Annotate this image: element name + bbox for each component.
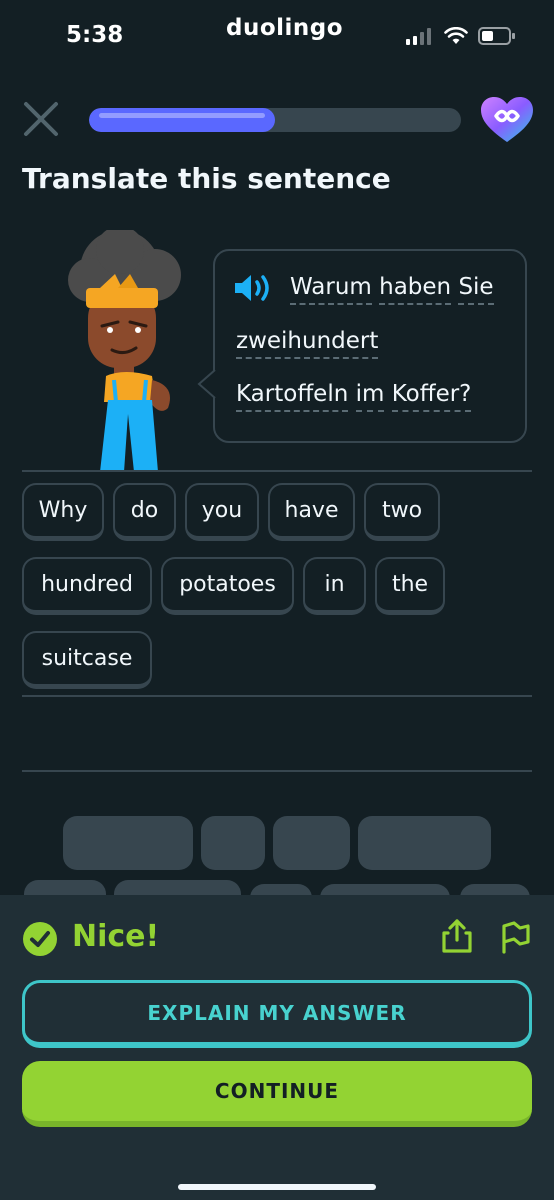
word-bank-slot <box>201 816 265 870</box>
answer-tile[interactable]: suitcase <box>22 631 152 689</box>
home-indicator[interactable] <box>178 1184 376 1190</box>
sentence-word[interactable]: Kartoffeln <box>236 381 349 412</box>
lesson-progress-shine <box>99 113 265 118</box>
system-icons <box>406 26 516 46</box>
close-icon[interactable] <box>22 100 60 138</box>
answer-tile[interactable]: potatoes <box>161 557 294 615</box>
sentence-word[interactable]: zweihundert <box>236 328 379 359</box>
character-illustration <box>68 230 181 472</box>
status-bar: 5:38 duolingo <box>0 0 554 70</box>
lesson-progress-fill <box>89 108 275 132</box>
answer-tile[interactable]: two <box>364 483 440 541</box>
share-icon[interactable] <box>440 918 474 954</box>
answer-tile[interactable]: in <box>303 557 366 615</box>
word-bank-slot <box>273 816 350 870</box>
feedback-message: Nice! <box>72 919 160 954</box>
answer-tile[interactable]: you <box>185 483 259 541</box>
sentence-line-1: Warum haben Sie <box>290 274 494 305</box>
answer-tile[interactable]: Why <box>22 483 104 541</box>
battery-icon <box>478 27 515 45</box>
sentence-word[interactable]: Sie <box>458 274 494 305</box>
signal-icon <box>406 28 431 45</box>
answer-line <box>22 695 532 697</box>
answer-tile[interactable]: do <box>113 483 176 541</box>
status-carrier: duolingo <box>226 15 344 41</box>
infinity-heart-icon[interactable] <box>480 96 534 144</box>
sentence-line-2: zweihundert <box>236 328 379 359</box>
prompt-title: Translate this sentence <box>22 162 391 195</box>
check-circle-icon <box>23 922 57 956</box>
speaker-icon[interactable] <box>233 272 275 304</box>
wifi-icon <box>444 27 468 44</box>
sentence-word[interactable]: haben <box>379 274 452 305</box>
answer-line <box>22 470 532 472</box>
answer-tile[interactable]: hundred <box>22 557 152 615</box>
speech-bubble-tail <box>197 370 217 398</box>
answer-tile[interactable]: the <box>375 557 445 615</box>
sentence-word[interactable]: Warum <box>290 274 372 305</box>
flag-icon[interactable] <box>498 918 532 954</box>
sentence-word[interactable]: im <box>355 381 385 412</box>
answer-tile[interactable]: have <box>268 483 355 541</box>
explain-answer-button[interactable]: EXPLAIN MY ANSWER <box>22 980 532 1048</box>
lesson-progress-bar <box>89 108 461 132</box>
answer-line <box>22 770 532 772</box>
status-time: 5:38 <box>66 22 124 48</box>
continue-button[interactable]: CONTINUE <box>22 1061 532 1127</box>
word-bank-slot <box>63 816 193 870</box>
word-bank-slot <box>358 816 491 870</box>
sentence-word[interactable]: Koffer? <box>391 381 472 412</box>
sentence-line-3: Kartoffeln im Koffer? <box>236 381 472 412</box>
